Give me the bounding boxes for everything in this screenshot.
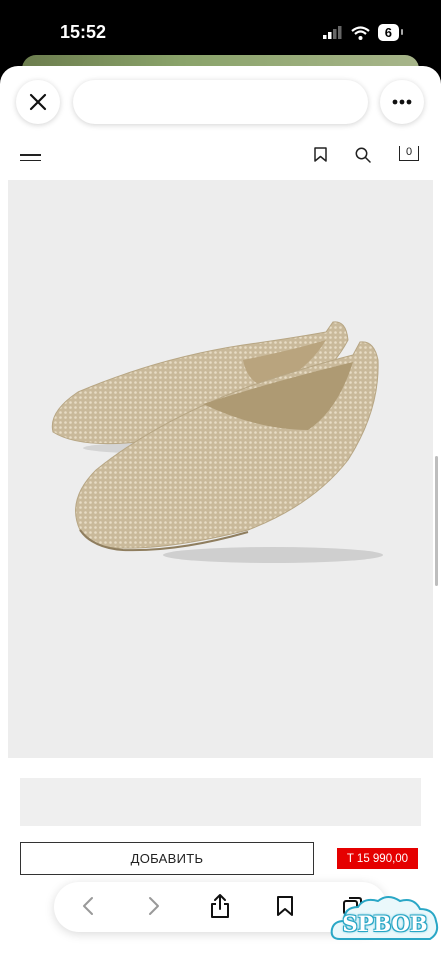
search-icon[interactable] <box>355 147 371 163</box>
wifi-icon <box>351 25 370 40</box>
more-options-button[interactable] <box>380 80 424 124</box>
scroll-indicator[interactable] <box>435 456 438 586</box>
hamburger-icon[interactable] <box>20 154 41 165</box>
close-button[interactable] <box>16 80 60 124</box>
status-bar: 15:52 6 <box>0 0 441 60</box>
product-info-placeholder <box>20 778 421 826</box>
close-icon <box>29 93 47 111</box>
battery-indicator: 6 <box>377 24 404 41</box>
bookmark-icon[interactable] <box>314 147 327 162</box>
more-icon <box>392 99 412 105</box>
price-badge: T 15 990,00 <box>337 848 418 869</box>
address-bar[interactable] <box>73 80 368 124</box>
back-icon[interactable] <box>81 895 95 917</box>
status-icons: 6 <box>322 24 404 41</box>
status-time: 15:52 <box>60 22 107 42</box>
shoe-illustration <box>51 321 383 563</box>
signal-icon <box>322 26 342 39</box>
forward-icon[interactable] <box>147 895 161 917</box>
watermark-text: SPBOB <box>342 910 428 936</box>
site-header: 0 <box>0 138 441 174</box>
cart-icon[interactable]: 0 <box>399 146 419 161</box>
share-icon[interactable] <box>209 893 231 919</box>
bookmarks-icon[interactable] <box>276 895 294 917</box>
add-to-cart-button[interactable]: ДОБАВИТЬ <box>20 842 314 875</box>
watermark-logo: SPBOB <box>330 893 440 953</box>
product-image[interactable] <box>8 180 433 758</box>
browser-sheet: 0 ДОБАВИТЬ T 15 990,00 <box>0 66 441 960</box>
